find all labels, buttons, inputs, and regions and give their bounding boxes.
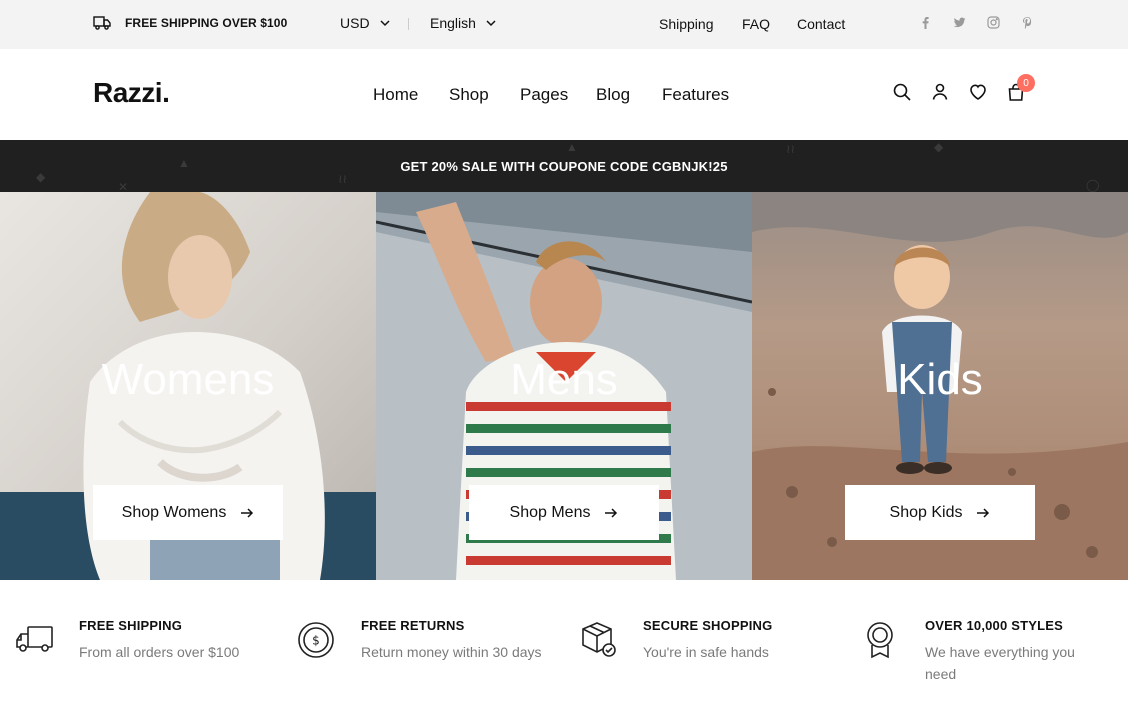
user-icon[interactable] bbox=[930, 82, 952, 104]
promo-bar: ◆ ✕ ▲ ≀≀ ▲ ≀≀ ◆ ◯ GET 20% SALE WITH COUP… bbox=[0, 140, 1128, 192]
button-label: Shop Mens bbox=[509, 503, 591, 521]
heart-icon[interactable] bbox=[968, 82, 990, 104]
arrow-right-icon bbox=[977, 507, 990, 518]
currency-select[interactable]: USD bbox=[340, 15, 390, 31]
arrow-right-icon bbox=[241, 507, 254, 518]
shop-mens-button[interactable]: Shop Mens bbox=[469, 485, 659, 540]
instagram-icon[interactable] bbox=[986, 14, 1000, 30]
search-icon[interactable] bbox=[892, 82, 914, 104]
award-badge-icon bbox=[867, 622, 893, 659]
button-label: Shop Womens bbox=[121, 503, 227, 521]
truck-icon bbox=[16, 626, 53, 652]
decor-shape: ◆ bbox=[934, 140, 944, 154]
package-check-icon bbox=[582, 622, 616, 657]
faq-link[interactable]: FAQ bbox=[742, 16, 770, 32]
decor-shape: ◯ bbox=[1086, 178, 1100, 192]
arrow-right-icon bbox=[605, 507, 618, 518]
feature-title: OVER 10,000 STYLES bbox=[925, 618, 1063, 633]
language-select[interactable]: English bbox=[430, 15, 496, 31]
feature-title: FREE RETURNS bbox=[361, 618, 465, 633]
contact-link[interactable]: Contact bbox=[797, 16, 845, 32]
nav-pages[interactable]: Pages bbox=[520, 85, 568, 105]
category-mens[interactable]: Mens Shop Mens bbox=[376, 192, 752, 580]
svg-text:$: $ bbox=[312, 634, 320, 648]
category-title: Mens bbox=[510, 355, 618, 404]
feature-desc: Return money within 30 days bbox=[361, 644, 542, 660]
shipping-link[interactable]: Shipping bbox=[659, 16, 714, 32]
feature-desc: We have everything you need bbox=[925, 641, 1075, 685]
decor-shape: ≀≀ bbox=[338, 172, 347, 186]
free-shipping-notice: FREE SHIPPING OVER $100 bbox=[93, 15, 287, 31]
category-title: Womens bbox=[101, 355, 275, 404]
shop-womens-button[interactable]: Shop Womens bbox=[93, 485, 283, 540]
chevron-down-icon bbox=[486, 20, 496, 27]
feature-title: SECURE SHOPPING bbox=[643, 618, 773, 633]
nav-blog[interactable]: Blog bbox=[596, 85, 630, 105]
shop-kids-button[interactable]: Shop Kids bbox=[845, 485, 1035, 540]
site-logo[interactable]: Razzi. bbox=[93, 77, 170, 109]
category-womens[interactable]: Womens Shop Womens bbox=[0, 192, 376, 580]
pinterest-icon[interactable] bbox=[1020, 14, 1034, 30]
nav-home[interactable]: Home bbox=[373, 85, 418, 105]
nav-features[interactable]: Features bbox=[662, 85, 729, 105]
category-title: Kids bbox=[897, 355, 983, 404]
decor-shape: ✕ bbox=[118, 180, 129, 192]
language-value: English bbox=[430, 15, 476, 31]
category-kids[interactable]: Kids Shop Kids bbox=[752, 192, 1128, 580]
chevron-down-icon bbox=[380, 20, 390, 27]
currency-value: USD bbox=[340, 15, 370, 31]
nav-shop[interactable]: Shop bbox=[449, 85, 489, 105]
feature-desc: From all orders over $100 bbox=[79, 644, 240, 660]
promo-text: GET 20% SALE WITH COUPONE CODE CGBNJK!25 bbox=[400, 159, 728, 174]
twitter-icon[interactable] bbox=[952, 14, 966, 30]
feature-desc-line: We have everything you bbox=[925, 644, 1075, 660]
free-shipping-text: FREE SHIPPING OVER $100 bbox=[125, 16, 288, 30]
top-bar: FREE SHIPPING OVER $100 USD English Ship… bbox=[0, 0, 1128, 49]
decor-shape: ▲ bbox=[566, 140, 578, 154]
divider bbox=[408, 18, 409, 30]
truck-icon bbox=[93, 16, 111, 30]
button-label: Shop Kids bbox=[889, 503, 963, 521]
feature-desc-line: need bbox=[925, 666, 957, 682]
feature-desc: You're in safe hands bbox=[643, 644, 769, 660]
feature-title: FREE SHIPPING bbox=[79, 618, 183, 633]
decor-shape: ≀≀ bbox=[786, 142, 795, 156]
cart-count-badge: 0 bbox=[1017, 74, 1035, 92]
dollar-coin-icon: $ bbox=[298, 622, 334, 658]
main-header: Razzi. Home Shop Pages Blog Features 0 bbox=[0, 49, 1128, 140]
facebook-icon[interactable] bbox=[918, 14, 932, 30]
